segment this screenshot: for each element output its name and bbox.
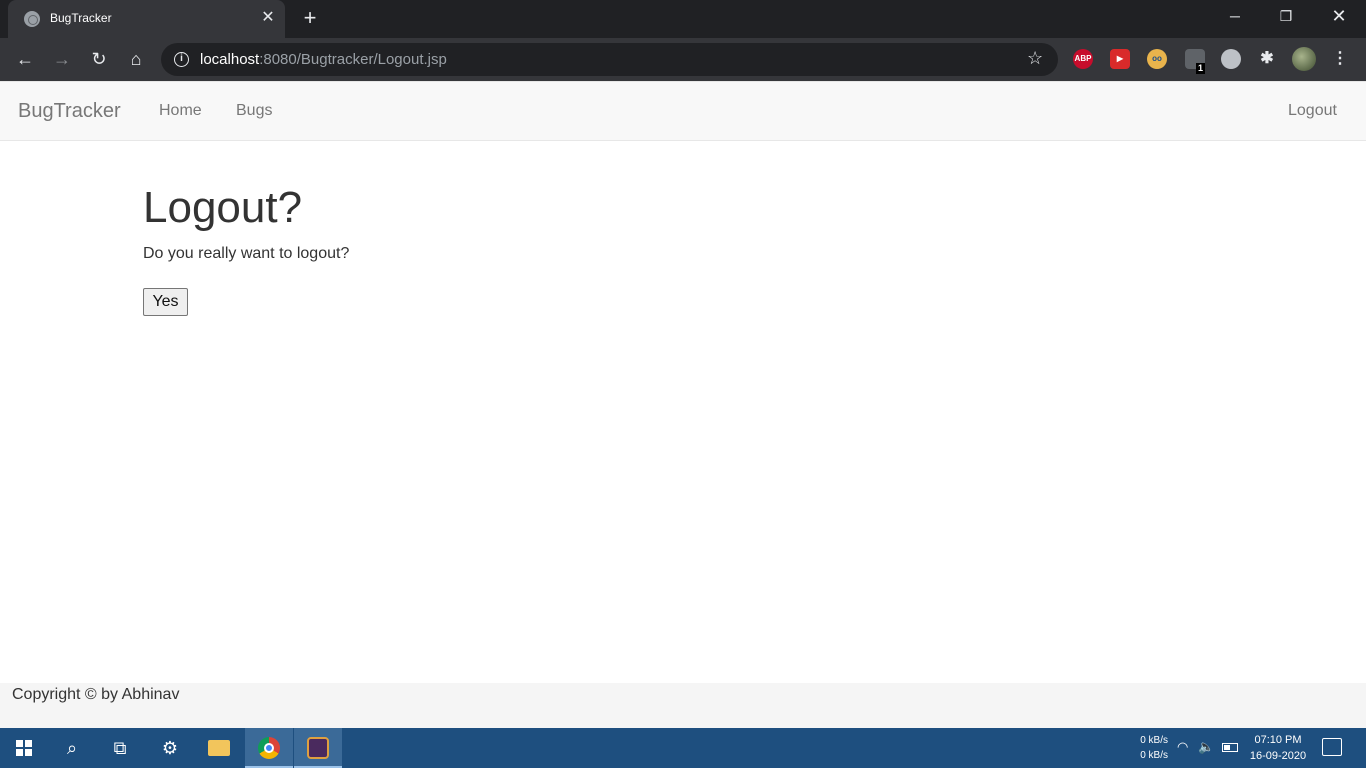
network-speed: 0 kB/s 0 kB/s (1134, 733, 1168, 763)
adblock-icon[interactable]: ABP (1073, 49, 1093, 69)
forward-arrow-icon[interactable]: → (48, 45, 76, 73)
task-view-icon[interactable]: ⧉ (96, 728, 144, 768)
browser-toolbar: ← → ↻ ⌂ i localhost:8080/Bugtracker/Logo… (0, 38, 1366, 81)
battery-icon[interactable] (1222, 743, 1238, 752)
windows-taskbar: ⌕ ⧉ ⚙ 0 kB/s 0 kB/s ◠ 🔈 07:10 PM 16-09-2… (0, 728, 1366, 768)
back-arrow-icon[interactable]: ← (11, 45, 39, 73)
extension-eyes-icon[interactable]: oo (1147, 49, 1167, 69)
net-down: 0 kB/s (1140, 750, 1168, 761)
nav-link-home[interactable]: Home (159, 102, 202, 120)
close-window-button[interactable]: ✕ (1313, 0, 1365, 32)
url-path: :8080/Bugtracker/Logout.jsp (259, 51, 447, 68)
volume-icon[interactable]: 🔈 (1198, 739, 1214, 755)
reload-icon[interactable]: ↻ (85, 45, 113, 73)
search-icon[interactable]: ⌕ (48, 728, 96, 768)
browser-tab-strip: BugTracker ✕ + ─ ❐ ✕ (0, 0, 1366, 38)
system-clock[interactable]: 07:10 PM 16-09-2020 (1244, 732, 1312, 764)
minimize-button[interactable]: ─ (1209, 0, 1261, 32)
new-tab-button[interactable]: + (298, 5, 322, 31)
app-icon (307, 737, 329, 759)
extension-circle-icon[interactable] (1221, 49, 1241, 69)
nav-link-bugs[interactable]: Bugs (236, 102, 272, 120)
address-bar[interactable]: i localhost:8080/Bugtracker/Logout.jsp ☆ (161, 43, 1058, 76)
tab-title: BugTracker (50, 11, 112, 25)
site-navbar: BugTracker Home Bugs Logout (0, 81, 1366, 141)
copyright-text: Copyright © by Abhinav (12, 686, 180, 703)
logout-message: Do you really want to logout? (143, 245, 350, 262)
globe-icon (24, 11, 40, 27)
browser-tab[interactable]: BugTracker ✕ (8, 0, 285, 38)
start-button[interactable] (0, 728, 48, 768)
clock-time: 07:10 PM (1254, 734, 1302, 746)
extensions-puzzle-icon[interactable]: ✱ (1257, 49, 1277, 69)
extension-badge-count: 1 (1196, 63, 1206, 74)
file-explorer-button[interactable] (195, 728, 243, 768)
yes-button[interactable]: Yes (143, 288, 188, 316)
chrome-icon (258, 737, 280, 759)
windows-logo-icon (16, 740, 32, 756)
settings-gear-icon[interactable]: ⚙ (146, 728, 194, 768)
url-text[interactable]: localhost:8080/Bugtracker/Logout.jsp (200, 51, 447, 68)
app-taskbar-button[interactable] (294, 728, 342, 768)
url-host: localhost (200, 51, 260, 68)
page-title: Logout? (143, 183, 303, 232)
nav-link-logout[interactable]: Logout (1288, 102, 1337, 120)
net-up: 0 kB/s (1140, 735, 1168, 746)
folder-icon (208, 740, 230, 756)
navbar-brand[interactable]: BugTracker (18, 100, 121, 123)
browser-menu-icon[interactable]: ⋮ (1330, 49, 1350, 69)
notification-icon[interactable] (1322, 738, 1342, 756)
restore-button[interactable]: ❐ (1260, 0, 1312, 32)
wifi-icon[interactable]: ◠ (1177, 739, 1188, 755)
info-icon[interactable]: i (174, 52, 189, 67)
extension-red-icon[interactable]: ▶ (1110, 49, 1130, 69)
profile-avatar[interactable] (1292, 47, 1316, 71)
clock-date: 16-09-2020 (1249, 750, 1307, 762)
page-footer: Copyright © by Abhinav (0, 683, 1366, 728)
home-icon[interactable]: ⌂ (122, 45, 150, 73)
bookmark-star-icon[interactable]: ☆ (1027, 48, 1043, 69)
chrome-taskbar-button[interactable] (245, 728, 293, 768)
close-tab-icon[interactable]: ✕ (258, 7, 278, 29)
